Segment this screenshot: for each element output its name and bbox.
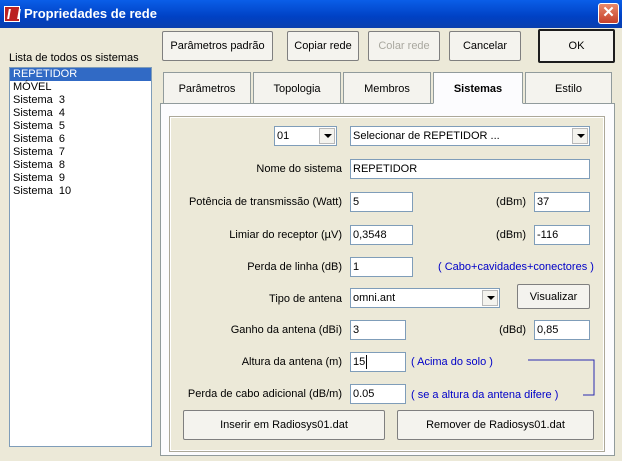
close-button[interactable]: ✕ [598,3,619,24]
tab-membros[interactable]: Membros [343,72,431,104]
system-selector-value: Selecionar de REPETIDOR ... [353,130,500,142]
chevron-down-icon[interactable] [572,128,588,144]
title-bar: Propriedades de rede ✕ [0,0,622,28]
list-item[interactable]: MÓVEL [10,81,151,94]
ok-button[interactable]: OK [538,29,615,63]
remove-radiosys-button[interactable]: Remover de Radiosys01.dat [397,410,594,440]
antenna-type-label: Tipo de antena [269,293,342,305]
system-name-field[interactable]: REPETIDOR [350,159,590,179]
list-item[interactable]: Sistema 9 [10,172,151,185]
list-item[interactable]: REPETIDOR [10,68,151,81]
chevron-down-icon[interactable] [319,128,335,144]
antenna-gain-dbi-field[interactable]: 3 [350,320,406,340]
line-loss-label: Perda de linha (dB) [247,261,342,273]
systems-list-label: Lista de todos os sistemas [9,52,139,64]
line-loss-note: ( Cabo+cavidades+conectores ) [438,261,594,273]
copy-network-button[interactable]: Copiar rede [287,31,359,61]
chevron-down-icon[interactable] [482,290,498,306]
list-item[interactable]: Sistema 6 [10,133,151,146]
list-item[interactable]: Sistema 3 [10,94,151,107]
insert-radiosys-button[interactable]: Inserir em Radiosys01.dat [183,410,385,440]
system-number-value: 01 [277,130,290,142]
default-params-button[interactable]: Parâmetros padrão [162,31,273,61]
rx-threshold-uv-field[interactable]: 0,3548 [350,225,413,245]
list-item[interactable]: Sistema 4 [10,107,151,120]
list-item[interactable]: Sistema 10 [10,185,151,198]
list-item[interactable]: Sistema 5 [10,120,151,133]
antenna-type-select[interactable]: omni.ant [350,288,500,308]
antenna-type-value: omni.ant [353,292,396,304]
tab-estilo[interactable]: Estilo [525,72,612,104]
systems-listbox[interactable]: REPETIDOR MÓVEL Sistema 3 Sistema 4 Sist… [9,67,152,447]
tx-power-dbm-field[interactable]: 37 [534,192,590,212]
text-caret [366,355,367,369]
view-antenna-button[interactable]: Visualizar [517,284,590,309]
tx-power-label: Potência de transmissão (Watt) [188,196,342,208]
rx-threshold-label: Limiar do receptor (µV) [229,229,342,241]
cable-loss-note: ( se a altura da antena difere ) [411,389,559,401]
antenna-gain-label: Ganho da antena (dBi) [230,324,342,336]
tab-sistemas[interactable]: Sistemas [433,72,523,104]
cable-loss-label: Perda de cabo adicional (dB/m) [187,388,342,400]
line-loss-field[interactable]: 1 [350,257,413,277]
system-name-label: Nome do sistema [256,163,342,175]
window-title: Propriedades de rede [24,6,157,21]
tab-strip: Parâmetros Topologia Membros Sistemas Es… [160,72,615,104]
antenna-gain-dbd-field[interactable]: 0,85 [534,320,590,340]
paste-network-button[interactable]: Colar rede [368,31,440,61]
tx-power-watt-field[interactable]: 5 [350,192,413,212]
antenna-height-note: ( Acima do solo ) [411,356,493,368]
antenna-height-field[interactable]: 15 [350,352,406,372]
rx-threshold-dbm-field[interactable]: -116 [534,225,590,245]
tx-power-dbm-label: (dBm) [496,196,526,208]
antenna-height-label: Altura da antena (m) [241,356,342,368]
system-selector[interactable]: Selecionar de REPETIDOR ... [350,126,590,146]
list-item[interactable]: Sistema 8 [10,159,151,172]
antenna-height-value: 15 [353,356,366,368]
app-icon [4,6,20,22]
antenna-gain-dbd-label: (dBd) [499,324,526,336]
tab-topologia[interactable]: Topologia [253,72,341,104]
cable-loss-field[interactable]: 0.05 [350,384,406,404]
list-item[interactable]: Sistema 7 [10,146,151,159]
cancel-button[interactable]: Cancelar [449,31,521,61]
system-number-select[interactable]: 01 [274,126,337,146]
rx-threshold-dbm-label: (dBm) [496,229,526,241]
tab-parametros[interactable]: Parâmetros [163,72,251,104]
